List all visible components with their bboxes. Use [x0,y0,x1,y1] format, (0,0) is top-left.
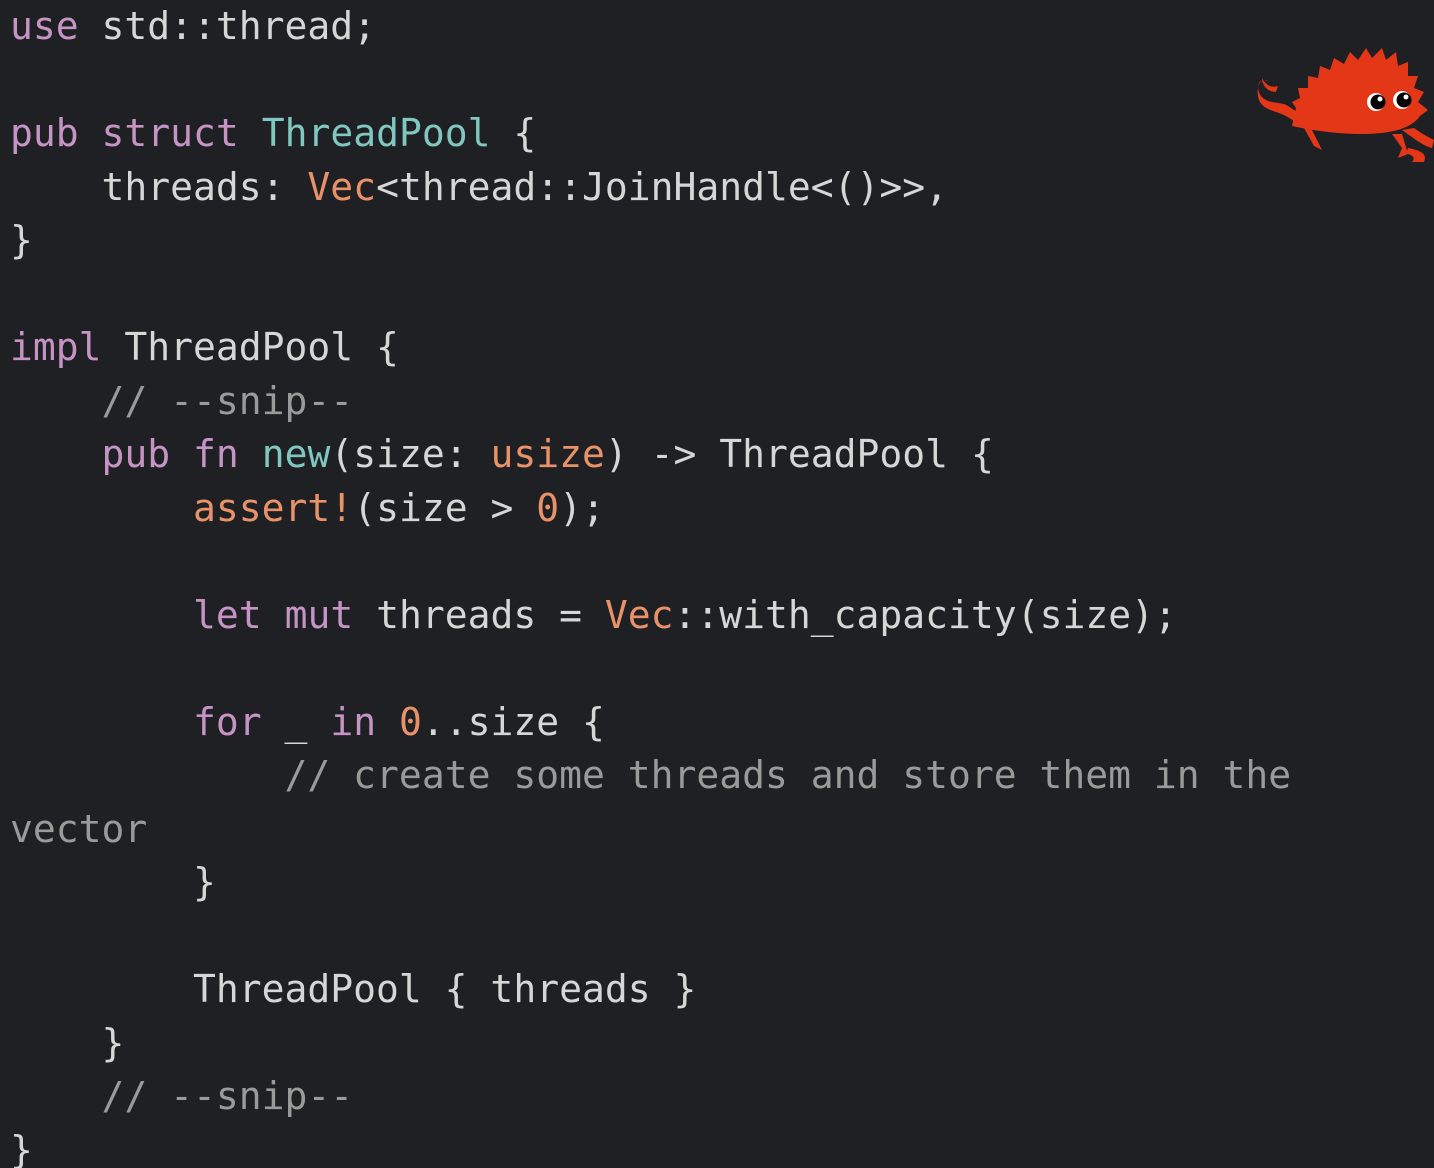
code-token-punct: } [10,218,33,262]
code-token-default: (size > [353,485,537,530]
code-line: pub fn new(size: usize) -> ThreadPool { [10,428,1291,482]
code-line: // create some threads and store them in… [10,749,1292,803]
code-token-default [262,593,285,637]
code-token-comment: // create some threads and store them in… [284,753,1292,797]
code-line: vector [10,803,1291,857]
code-token-keyword: for [193,699,262,744]
code-line: ​ [10,54,1291,108]
code-token-fn: new [261,432,331,476]
code-token-default [10,486,193,530]
code-token-keyword: pub [10,111,79,155]
code-token-default [10,379,102,423]
code-token-keyword: let [193,592,262,637]
code-token-default [170,432,193,476]
code-line: } [10,856,1291,910]
code-token-default [79,111,102,155]
code-token-default: ) -> ThreadPool { [604,432,994,476]
code-token-number: 0 [536,485,560,530]
code-line: ThreadPool { threads } [10,963,1291,1017]
code-line: use std::thread; [10,0,1291,54]
code-token-comment: // --snip-- [101,1074,354,1118]
code-token-keyword: impl [10,325,102,369]
code-token-default [376,700,399,744]
code-token-builtin: Vec [307,164,377,209]
code-token-default: ); [559,485,605,530]
code-token-default [239,432,262,476]
code-line: threads: Vec<thread::JoinHandle<()>>, [10,161,1291,215]
code-line: pub struct ThreadPool { [10,107,1291,161]
code-token-keyword: pub [101,432,171,476]
code-token-comment: // --snip-- [101,378,354,423]
code-token-keyword: in [330,699,377,744]
code-token-default: } [10,1020,125,1065]
code-token-keyword: fn [193,432,239,476]
code-token-default [10,432,102,476]
code-token-comment: vector [10,806,148,851]
code-token-default: _ [261,699,331,744]
code-token-type: ThreadPool [261,111,491,155]
code-token-default [10,593,193,637]
code-line: } [10,1124,1291,1168]
code-line: for _ in 0..size { [10,696,1291,750]
code-token-default [10,1074,102,1118]
ferris-crab-icon [1257,48,1434,162]
code-token-builtin: Vec [604,592,674,637]
code-line: assert!(size > 0); [10,482,1291,536]
code-view: use std::thread;​pub struct ThreadPool {… [0,0,1434,1168]
code-token-default: ..size { [421,699,605,744]
code-token-default: ThreadPool { [101,325,399,369]
code-line: let mut threads = Vec::with_capacity(siz… [10,589,1291,643]
code-token-default: threads = [353,592,605,637]
code-token-default: <thread::JoinHandle<()>>, [376,164,949,209]
code-block: use std::thread;​pub struct ThreadPool {… [10,0,1291,1168]
code-token-builtin: usize [490,432,605,476]
code-token-default [10,700,193,744]
code-token-default: } [10,860,216,904]
code-token-default: ThreadPool { threads } [10,967,697,1011]
code-token-default: (size: [330,432,491,476]
code-line: ​ [10,910,1291,964]
code-token-keyword: mut [284,592,354,637]
code-line: // --snip-- [10,375,1291,429]
code-line: impl ThreadPool { [10,321,1291,375]
code-token-default: std::thread; [78,4,377,48]
code-line: ​ [10,642,1291,696]
code-token-keyword: use [10,4,79,48]
code-line: ​ [10,268,1291,322]
code-token-default [10,753,285,797]
code-line: ​ [10,535,1291,589]
code-token-number: 0 [398,699,422,744]
code-line: } [10,1017,1291,1071]
code-token-keyword: struct [101,111,239,155]
code-token-punct: { [490,111,537,155]
code-token-default: threads: [10,164,308,209]
code-token-default: ::with_capacity(size); [673,592,1177,637]
code-token-default [239,111,262,155]
code-token-macro: assert! [193,485,354,530]
code-token-default: } [10,1127,33,1168]
code-line: } [10,214,1291,268]
code-line: // --snip-- [10,1070,1291,1124]
